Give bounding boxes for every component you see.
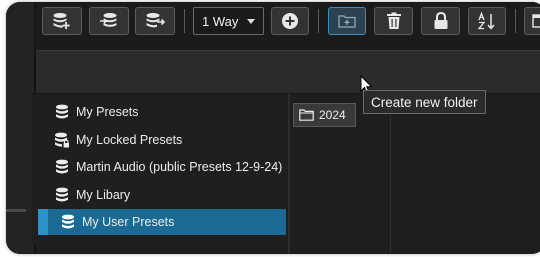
sidebar-item-label: My Presets: [76, 105, 139, 119]
toolbar: [36, 50, 540, 94]
sidebar-item-label: Martin Audio (public Presets 12-9-24): [76, 160, 283, 174]
toolbar-separator: [184, 9, 185, 33]
database-add-icon: [53, 13, 70, 29]
sidebar-item-my-presets[interactable]: My Presets: [32, 99, 280, 125]
sort-button[interactable]: [468, 7, 506, 35]
export-database-button[interactable]: [135, 7, 175, 35]
folder-label: 2024: [319, 108, 346, 122]
sidebar-item-label: My Locked Presets: [76, 133, 183, 147]
database-icon: [62, 214, 74, 229]
sort-az-icon: [478, 12, 495, 30]
new-folder-icon: [338, 15, 356, 28]
database-lock-icon: [55, 132, 69, 148]
add-database-button[interactable]: [42, 7, 82, 35]
delete-button[interactable]: [374, 7, 413, 35]
toolbar-separator: [318, 9, 319, 33]
chevron-down-icon: [247, 19, 255, 24]
folder-icon: [299, 109, 314, 121]
panel-icon: [532, 14, 540, 28]
tooltip-text: Create new folder: [371, 94, 478, 110]
lock-button[interactable]: [421, 7, 460, 35]
toolbar-separator: [515, 9, 516, 33]
import-database-button[interactable]: [89, 7, 129, 35]
way-select[interactable]: 1 Way: [193, 7, 264, 35]
more-button[interactable]: [524, 7, 540, 35]
sidebar-item-my-locked-presets[interactable]: My Locked Presets: [32, 127, 280, 153]
sidebar-item-label: My User Presets: [82, 215, 175, 229]
lock-icon: [434, 12, 447, 29]
preset-library-tree: My Presets My Locked Presets Martin Audi…: [32, 94, 287, 244]
sidebar-item-martin-audio[interactable]: Martin Audio (public Presets 12-9-24): [32, 154, 283, 180]
panel-splitter[interactable]: [288, 94, 290, 254]
database-import-icon: [100, 13, 117, 27]
folder-pane-divider: [390, 94, 391, 254]
trash-icon: [386, 12, 401, 29]
database-icon: [56, 159, 68, 174]
sidebar-item-my-user-presets[interactable]: My User Presets: [38, 209, 286, 235]
folder-item[interactable]: 2024: [293, 103, 356, 127]
database-export-icon: [146, 13, 165, 28]
sidebar-item-my-libary[interactable]: My Libary: [32, 182, 280, 208]
database-icon: [56, 187, 68, 202]
add-circle-icon: [282, 13, 298, 29]
new-folder-button[interactable]: [328, 7, 366, 35]
tooltip: Create new folder: [363, 90, 486, 114]
sidebar-item-label: My Libary: [76, 188, 131, 202]
database-icon: [56, 104, 68, 119]
selection-accent: [38, 209, 48, 235]
strip-marker: [6, 209, 26, 212]
way-select-value: 1 Way: [202, 13, 239, 29]
add-button[interactable]: [271, 7, 309, 35]
